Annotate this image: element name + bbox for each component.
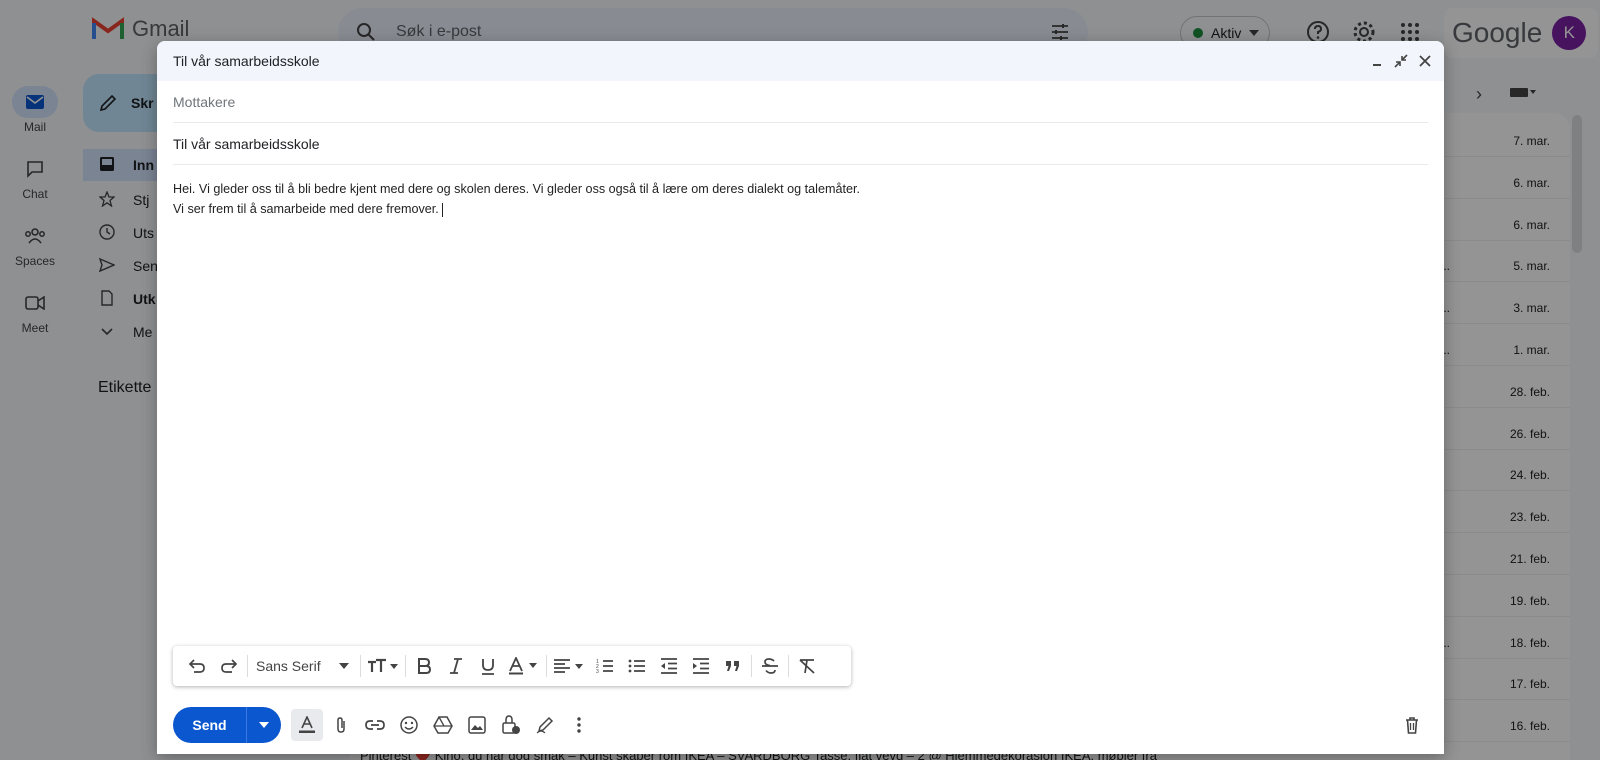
strikethrough-icon[interactable]	[754, 650, 786, 682]
insert-photo-icon[interactable]	[461, 709, 493, 741]
discard-draft-icon[interactable]	[1396, 709, 1428, 741]
toolbar-divider	[546, 655, 547, 677]
bold-icon[interactable]	[408, 650, 440, 682]
caret-down-icon	[259, 722, 269, 728]
subject-field[interactable]: Til vår samarbeidsskole	[173, 123, 1428, 165]
confidential-mode-icon[interactable]	[495, 709, 527, 741]
remove-formatting-icon[interactable]	[791, 650, 823, 682]
font-selector[interactable]: Sans Serif	[250, 658, 358, 674]
message-body[interactable]: Hei. Vi gleder oss til å bli bedre kjent…	[157, 165, 1444, 625]
indent-less-icon[interactable]	[653, 650, 685, 682]
attach-icon[interactable]	[325, 709, 357, 741]
schedule-send-button[interactable]	[247, 707, 281, 743]
link-icon[interactable]	[359, 709, 391, 741]
indent-more-icon[interactable]	[685, 650, 717, 682]
send-button-group: Send	[173, 707, 281, 743]
bulleted-list-icon[interactable]	[621, 650, 653, 682]
more-options-icon[interactable]	[563, 709, 595, 741]
body-line: Hei. Vi gleder oss til å bli bedre kjent…	[173, 182, 860, 196]
toolbar-divider	[360, 655, 361, 677]
formatting-options-icon[interactable]	[291, 709, 323, 741]
compose-footer: Send	[173, 706, 1428, 744]
text-color-icon[interactable]	[504, 650, 544, 682]
font-size-icon[interactable]	[363, 650, 403, 682]
toolbar-divider	[405, 655, 406, 677]
font-name: Sans Serif	[256, 658, 321, 674]
compose-dialog: Til vår samarbeidsskole Mottakere Til vå…	[157, 41, 1444, 754]
caret-down-icon	[338, 663, 349, 669]
numbered-list-icon[interactable]: 123	[589, 650, 621, 682]
align-icon[interactable]	[549, 650, 589, 682]
compose-header[interactable]: Til vår samarbeidsskole	[157, 41, 1444, 81]
redo-icon[interactable]	[213, 650, 245, 682]
italic-icon[interactable]	[440, 650, 472, 682]
underline-icon[interactable]	[472, 650, 504, 682]
text-cursor	[441, 202, 443, 217]
signature-icon[interactable]	[529, 709, 561, 741]
emoji-icon[interactable]	[393, 709, 425, 741]
toolbar-divider	[788, 655, 789, 677]
body-line: Vi ser frem til å samarbeide med dere fr…	[173, 202, 439, 216]
close-icon[interactable]	[1418, 54, 1432, 68]
minimize-icon[interactable]	[1370, 54, 1384, 68]
drive-icon[interactable]	[427, 709, 459, 741]
svg-text:3: 3	[596, 669, 599, 674]
toolbar-divider	[247, 655, 248, 677]
compose-title: Til vår samarbeidsskole	[173, 53, 320, 69]
send-button[interactable]: Send	[173, 707, 247, 743]
formatting-toolbar: Sans Serif 123	[173, 646, 851, 686]
undo-icon[interactable]	[181, 650, 213, 682]
exit-fullscreen-icon[interactable]	[1394, 54, 1408, 68]
toolbar-divider	[751, 655, 752, 677]
quote-icon[interactable]	[717, 650, 749, 682]
recipients-field[interactable]: Mottakere	[173, 81, 1428, 123]
